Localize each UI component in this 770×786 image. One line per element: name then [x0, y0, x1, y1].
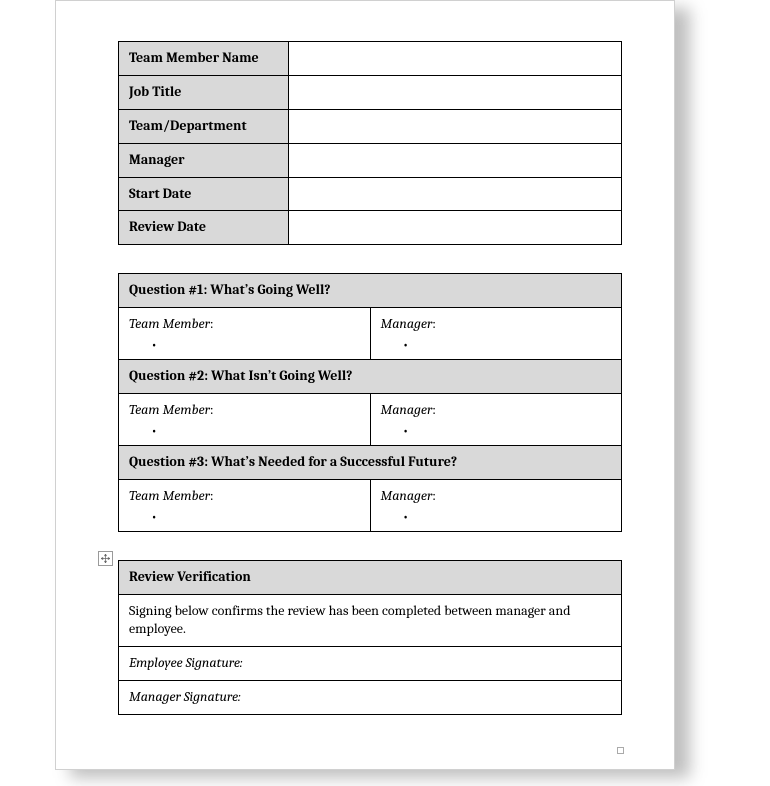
info-label: Review Date: [119, 211, 289, 245]
question-answer-row: Team Member: • Manager: •: [119, 479, 622, 531]
team-member-cell[interactable]: Team Member: •: [119, 479, 371, 531]
document-page: Team Member Name Job Title Team/Departme…: [55, 0, 675, 770]
info-value[interactable]: [289, 143, 622, 177]
team-member-cell[interactable]: Team Member: •: [119, 394, 371, 446]
info-value[interactable]: [289, 177, 622, 211]
bullet-icon: •: [403, 510, 612, 524]
colon: :: [432, 315, 436, 332]
manager-label: Manager: [381, 487, 433, 504]
team-member-label: Team Member: [129, 315, 210, 332]
info-label: Team/Department: [119, 109, 289, 143]
table-row: Review Date: [119, 211, 622, 245]
manager-cell[interactable]: Manager: •: [370, 394, 622, 446]
verification-title: Review Verification: [119, 560, 622, 594]
manager-signature-label[interactable]: Manager Signature:: [119, 681, 622, 715]
colon: :: [210, 487, 214, 504]
team-member-label: Team Member: [129, 401, 210, 418]
bullet-icon: •: [151, 510, 360, 524]
team-member-label: Team Member: [129, 487, 210, 504]
manager-cell[interactable]: Manager: •: [370, 479, 622, 531]
info-table: Team Member Name Job Title Team/Departme…: [118, 41, 622, 245]
manager-signature-row: Manager Signature:: [119, 681, 622, 715]
spacer: [118, 532, 622, 560]
question-answer-row: Team Member: • Manager: •: [119, 308, 622, 360]
spacer: [118, 245, 622, 273]
table-row: Manager: [119, 143, 622, 177]
manager-cell[interactable]: Manager: •: [370, 308, 622, 360]
info-value[interactable]: [289, 42, 622, 76]
manager-label: Manager: [381, 401, 433, 418]
info-label: Job Title: [119, 75, 289, 109]
bullet-icon: •: [151, 424, 360, 438]
manager-label: Manager: [381, 315, 433, 332]
question-title: Question #2: What Isn’t Going Well?: [119, 360, 622, 394]
colon: :: [432, 401, 436, 418]
table-row: Team Member Name: [119, 42, 622, 76]
table-row: Team/Department: [119, 109, 622, 143]
stage: Team Member Name Job Title Team/Departme…: [0, 0, 770, 786]
bullet-icon: •: [403, 424, 612, 438]
table-row: Job Title: [119, 75, 622, 109]
verification-table: Review Verification Signing below confir…: [118, 560, 622, 715]
table-row: Start Date: [119, 177, 622, 211]
info-value[interactable]: [289, 75, 622, 109]
bullet-icon: •: [403, 338, 612, 352]
questions-table: Question #1: What’s Going Well? Team Mem…: [118, 273, 622, 531]
question-title: Question #1: What’s Going Well?: [119, 274, 622, 308]
colon: :: [210, 315, 214, 332]
resize-handle-icon[interactable]: [617, 747, 624, 754]
colon: :: [432, 487, 436, 504]
table-move-handle-icon[interactable]: [98, 551, 113, 566]
question-header-row: Question #1: What’s Going Well?: [119, 274, 622, 308]
info-value[interactable]: [289, 211, 622, 245]
question-header-row: Question #2: What Isn’t Going Well?: [119, 360, 622, 394]
employee-signature-row: Employee Signature:: [119, 647, 622, 681]
verification-header-row: Review Verification: [119, 560, 622, 594]
verification-instruction: Signing below confirms the review has be…: [119, 594, 622, 647]
question-answer-row: Team Member: • Manager: •: [119, 394, 622, 446]
question-header-row: Question #3: What’s Needed for a Success…: [119, 445, 622, 479]
team-member-cell[interactable]: Team Member: •: [119, 308, 371, 360]
info-label: Manager: [119, 143, 289, 177]
employee-signature-label[interactable]: Employee Signature:: [119, 647, 622, 681]
info-label: Team Member Name: [119, 42, 289, 76]
info-value[interactable]: [289, 109, 622, 143]
colon: :: [210, 401, 214, 418]
info-label: Start Date: [119, 177, 289, 211]
bullet-icon: •: [151, 338, 360, 352]
verification-instruction-row: Signing below confirms the review has be…: [119, 594, 622, 647]
move-arrows-icon: [101, 554, 110, 563]
question-title: Question #3: What’s Needed for a Success…: [119, 445, 622, 479]
